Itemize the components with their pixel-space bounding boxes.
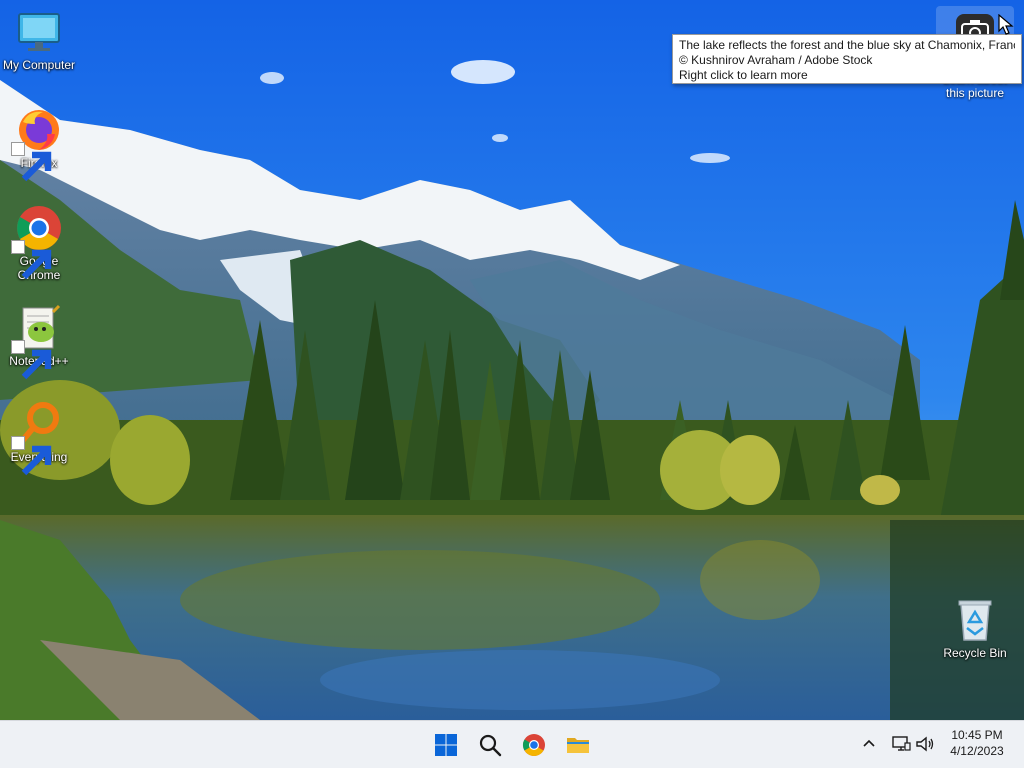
folder-icon <box>567 738 589 753</box>
shortcut-arrow-icon <box>11 340 52 380</box>
taskbar: 10:45 PM 4/12/2023 <box>0 720 1024 768</box>
shortcut-arrow-icon <box>11 142 52 182</box>
desktop-icon-label: My Computer <box>2 58 76 72</box>
picture-info-tooltip: The lake reflects the forest and the blu… <box>672 34 1022 84</box>
desktop-icon-label: Recycle Bin <box>943 646 1007 660</box>
shortcut-arrow-icon <box>11 240 52 280</box>
chrome-icon <box>523 734 545 756</box>
desktop-icon-my-computer[interactable]: My Computer <box>1 8 77 72</box>
monitor-icon <box>15 8 63 56</box>
show-hidden-icons-button[interactable] <box>858 733 880 755</box>
tooltip-hint: Right click to learn more <box>679 68 808 82</box>
firefox-icon <box>11 106 63 182</box>
windows-logo-icon <box>435 734 457 756</box>
desktop-icon-google-chrome[interactable]: Google Chrome <box>1 204 77 282</box>
volume-button[interactable] <box>914 733 936 755</box>
desktop-wallpaper <box>0 0 1024 720</box>
notepad-plus-plus-icon <box>11 304 63 380</box>
taskbar-search-button[interactable] <box>472 727 508 763</box>
desktop-icon-firefox[interactable]: Firefox <box>1 106 77 182</box>
mouse-cursor-icon <box>998 13 1014 36</box>
shortcut-arrow-icon <box>11 436 52 476</box>
taskbar-chrome-button[interactable] <box>516 727 552 763</box>
tooltip-description: The lake reflects the forest and the blu… <box>679 38 1015 52</box>
recycle-bin-icon <box>951 596 999 644</box>
network-icon <box>892 736 911 751</box>
everything-search-icon <box>11 400 63 476</box>
desktop-icon-notepad-plus-plus[interactable]: Notepad++ <box>1 304 77 380</box>
search-icon <box>479 734 502 757</box>
clock-date: 4/12/2023 <box>950 744 1004 758</box>
tooltip-copyright: © Kushnirov Avraham / Adobe Stock <box>679 53 873 67</box>
desktop-icon-recycle-bin[interactable]: Recycle Bin <box>937 596 1013 660</box>
speaker-icon <box>916 736 934 752</box>
taskbar-clock[interactable]: 10:45 PM 4/12/2023 <box>934 727 1020 759</box>
network-status-button[interactable] <box>890 733 912 755</box>
clock-time: 10:45 PM <box>951 728 1003 742</box>
chevron-up-icon <box>863 739 875 747</box>
chrome-icon <box>11 204 63 280</box>
desktop-icon-everything[interactable]: Everything <box>1 400 77 476</box>
taskbar-file-explorer-button[interactable] <box>560 727 596 763</box>
start-button[interactable] <box>428 727 464 763</box>
